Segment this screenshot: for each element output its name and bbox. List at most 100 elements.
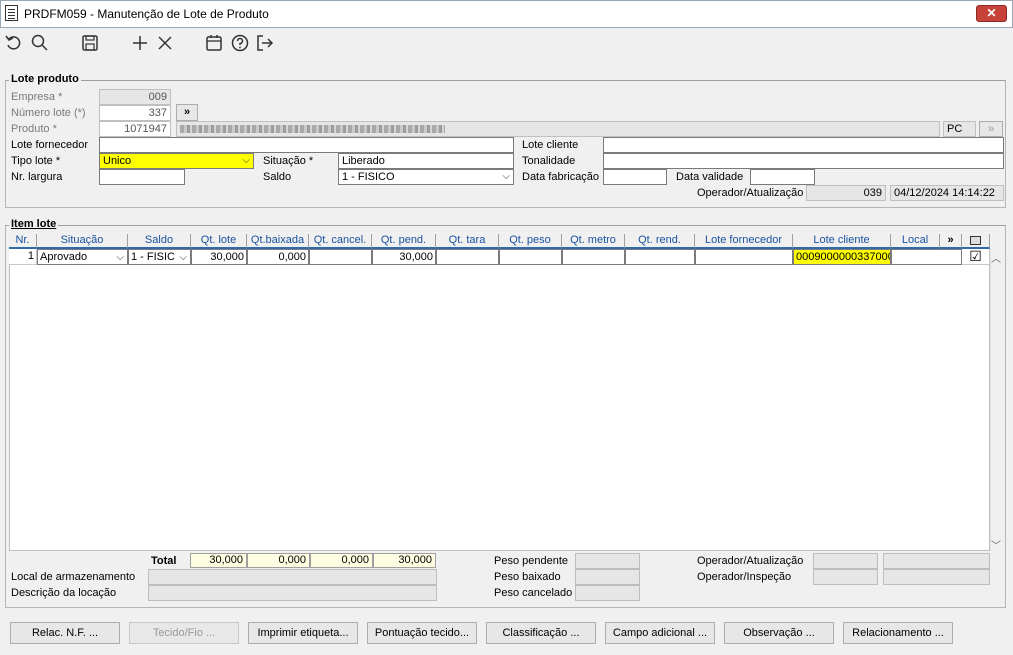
col-header-qt-peso[interactable]: Qt. peso <box>499 234 562 249</box>
row1-qt-tara[interactable] <box>436 249 499 265</box>
total-qt-cancel: 0,000 <box>310 553 373 568</box>
col-header-qt-pend[interactable]: Qt. pend. <box>372 234 436 249</box>
col-header-situacao[interactable]: Situação <box>37 234 128 249</box>
undo-icon[interactable] <box>4 33 24 53</box>
toolbar <box>1 29 1012 57</box>
tipo-lote-select[interactable]: Unico ⌵ <box>99 153 254 169</box>
row1-qt-baixada[interactable]: 0,000 <box>247 249 309 265</box>
campo-adicional-button[interactable]: Campo adicional ... <box>605 622 715 644</box>
row1-qt-cancel[interactable] <box>309 249 372 265</box>
row1-checkbox[interactable]: ☑ <box>962 249 990 265</box>
data-atualizacao-field <box>883 553 990 569</box>
col-header-qt-tara[interactable]: Qt. tara <box>436 234 499 249</box>
peso-baixado-label: Peso baixado <box>494 571 561 583</box>
search-icon[interactable] <box>30 33 50 53</box>
operador-label: Operador/Atualização <box>697 187 804 199</box>
total-qt-pend: 30,000 <box>373 553 436 568</box>
imprimir-etiqueta-button[interactable]: Imprimir etiqueta... <box>248 622 358 644</box>
item-lote-title: Item lote <box>9 218 59 230</box>
tonalidade-field[interactable] <box>603 153 1004 169</box>
col-header-select-all[interactable] <box>962 234 990 249</box>
data-fabricacao-field[interactable] <box>603 169 667 185</box>
relac-nf-button[interactable]: Relac. N.F. ... <box>10 622 120 644</box>
exit-icon[interactable] <box>255 33 275 53</box>
tipo-lote-label: Tipo lote * <box>11 155 61 167</box>
scroll-down-icon[interactable]: ﹀ <box>991 537 1001 552</box>
row1-qt-peso[interactable] <box>499 249 562 265</box>
operador-atualizacao-label: Operador/Atualização <box>697 555 804 567</box>
lote-cliente-label: Lote cliente <box>522 139 579 151</box>
saldo-select[interactable]: 1 - FISICO ⌵ <box>338 169 514 185</box>
situacao-label: Situação * <box>263 155 314 167</box>
chevron-down-icon: ⌵ <box>502 171 510 182</box>
vertical-scrollbar[interactable] <box>990 249 991 551</box>
row1-qt-metro[interactable] <box>562 249 625 265</box>
descricao-locacao-field <box>148 585 437 601</box>
peso-baixado-field <box>575 569 640 585</box>
classificacao-button[interactable]: Classificação ... <box>486 622 596 644</box>
peso-cancelado-label: Peso cancelado <box>494 587 573 599</box>
col-header-qt-baixada[interactable]: Qt.baixada <box>247 234 309 249</box>
peso-pendente-field <box>575 553 640 569</box>
situacao-field[interactable]: Liberado <box>338 153 514 169</box>
scroll-up-icon[interactable]: ︿ <box>991 250 1001 265</box>
save-icon[interactable] <box>80 33 100 53</box>
col-header-lote-cliente[interactable]: Lote cliente <box>793 234 891 249</box>
col-header-qt-cancel[interactable]: Qt. cancel. <box>309 234 372 249</box>
saldo-label: Saldo <box>263 171 292 183</box>
row1-saldo-select[interactable]: 1 - FISIC ⌵ <box>128 249 191 265</box>
add-icon[interactable] <box>130 33 150 53</box>
col-expand-button[interactable]: » <box>940 234 962 249</box>
checkbox-icon <box>970 236 981 245</box>
total-label: Total <box>151 555 177 567</box>
row1-qt-rend[interactable] <box>625 249 695 265</box>
numero-lote-field[interactable]: 337 <box>99 105 171 121</box>
descricao-locacao-label: Descrição da locação <box>11 587 117 599</box>
produto-label: Produto * <box>11 123 57 135</box>
expand-lote-button[interactable]: » <box>176 104 198 121</box>
relacionamento-button[interactable]: Relacionamento ... <box>843 622 953 644</box>
row1-saldo-value: 1 - FISIC <box>131 251 176 263</box>
nr-largura-label: Nr. largura <box>11 171 63 183</box>
tecido-fio-button[interactable]: Tecido/Fio ... <box>129 622 239 644</box>
col-header-saldo[interactable]: Saldo <box>128 234 191 249</box>
row1-situacao-select[interactable]: Aprovado ⌵ <box>37 249 128 265</box>
local-armazenamento-field <box>148 569 437 585</box>
delete-icon[interactable] <box>155 33 175 53</box>
produto-lookup-button[interactable]: » <box>979 121 1003 137</box>
saldo-value: 1 - FISICO <box>342 171 395 183</box>
row1-qt-lote[interactable]: 30,000 <box>191 249 247 265</box>
col-header-qt-lote[interactable]: Qt. lote <box>191 234 247 249</box>
row1-qt-pend[interactable]: 30,000 <box>372 249 436 265</box>
data-validade-field[interactable] <box>750 169 815 185</box>
nr-largura-field[interactable] <box>99 169 185 185</box>
window-title: PRDFM059 - Manutenção de Lote de Produto <box>24 7 269 21</box>
close-button[interactable]: ✕ <box>976 5 1007 22</box>
col-header-nr[interactable]: Nr. <box>9 234 37 249</box>
col-header-qt-rend[interactable]: Qt. rend. <box>625 234 695 249</box>
col-header-local[interactable]: Local <box>891 234 940 249</box>
unidade-field: PC <box>943 121 976 137</box>
pontuacao-tecido-button[interactable]: Pontuação tecido... <box>367 622 477 644</box>
row1-situacao-value: Aprovado <box>40 251 88 263</box>
numero-lote-label: Número lote (*) <box>11 107 86 119</box>
row1-lote-fornecedor[interactable] <box>695 249 793 265</box>
redacted-text <box>180 125 445 133</box>
col-header-lote-fornecedor[interactable]: Lote fornecedor <box>695 234 793 249</box>
row1-local[interactable] <box>891 249 962 265</box>
observacao-button[interactable]: Observação ... <box>724 622 834 644</box>
row1-lote-cliente[interactable]: 0009000000337000 <box>793 249 891 265</box>
help-icon[interactable] <box>230 33 250 53</box>
data-validade-label: Data validade <box>676 171 744 183</box>
calendar-icon[interactable] <box>204 33 224 53</box>
empresa-field[interactable]: 009 <box>99 89 171 105</box>
produto-field[interactable]: 1071947 <box>99 121 171 137</box>
chevron-down-icon: ⌵ <box>116 252 124 263</box>
data-inspecao-field <box>883 569 990 585</box>
lote-fornecedor-field[interactable] <box>99 137 514 153</box>
tonalidade-label: Tonalidade <box>522 155 576 167</box>
peso-pendente-label: Peso pendente <box>494 555 569 567</box>
col-header-qt-metro[interactable]: Qt. metro <box>562 234 625 249</box>
lote-cliente-field[interactable] <box>603 137 1004 153</box>
local-armazenamento-label: Local de armazenamento <box>11 571 136 583</box>
